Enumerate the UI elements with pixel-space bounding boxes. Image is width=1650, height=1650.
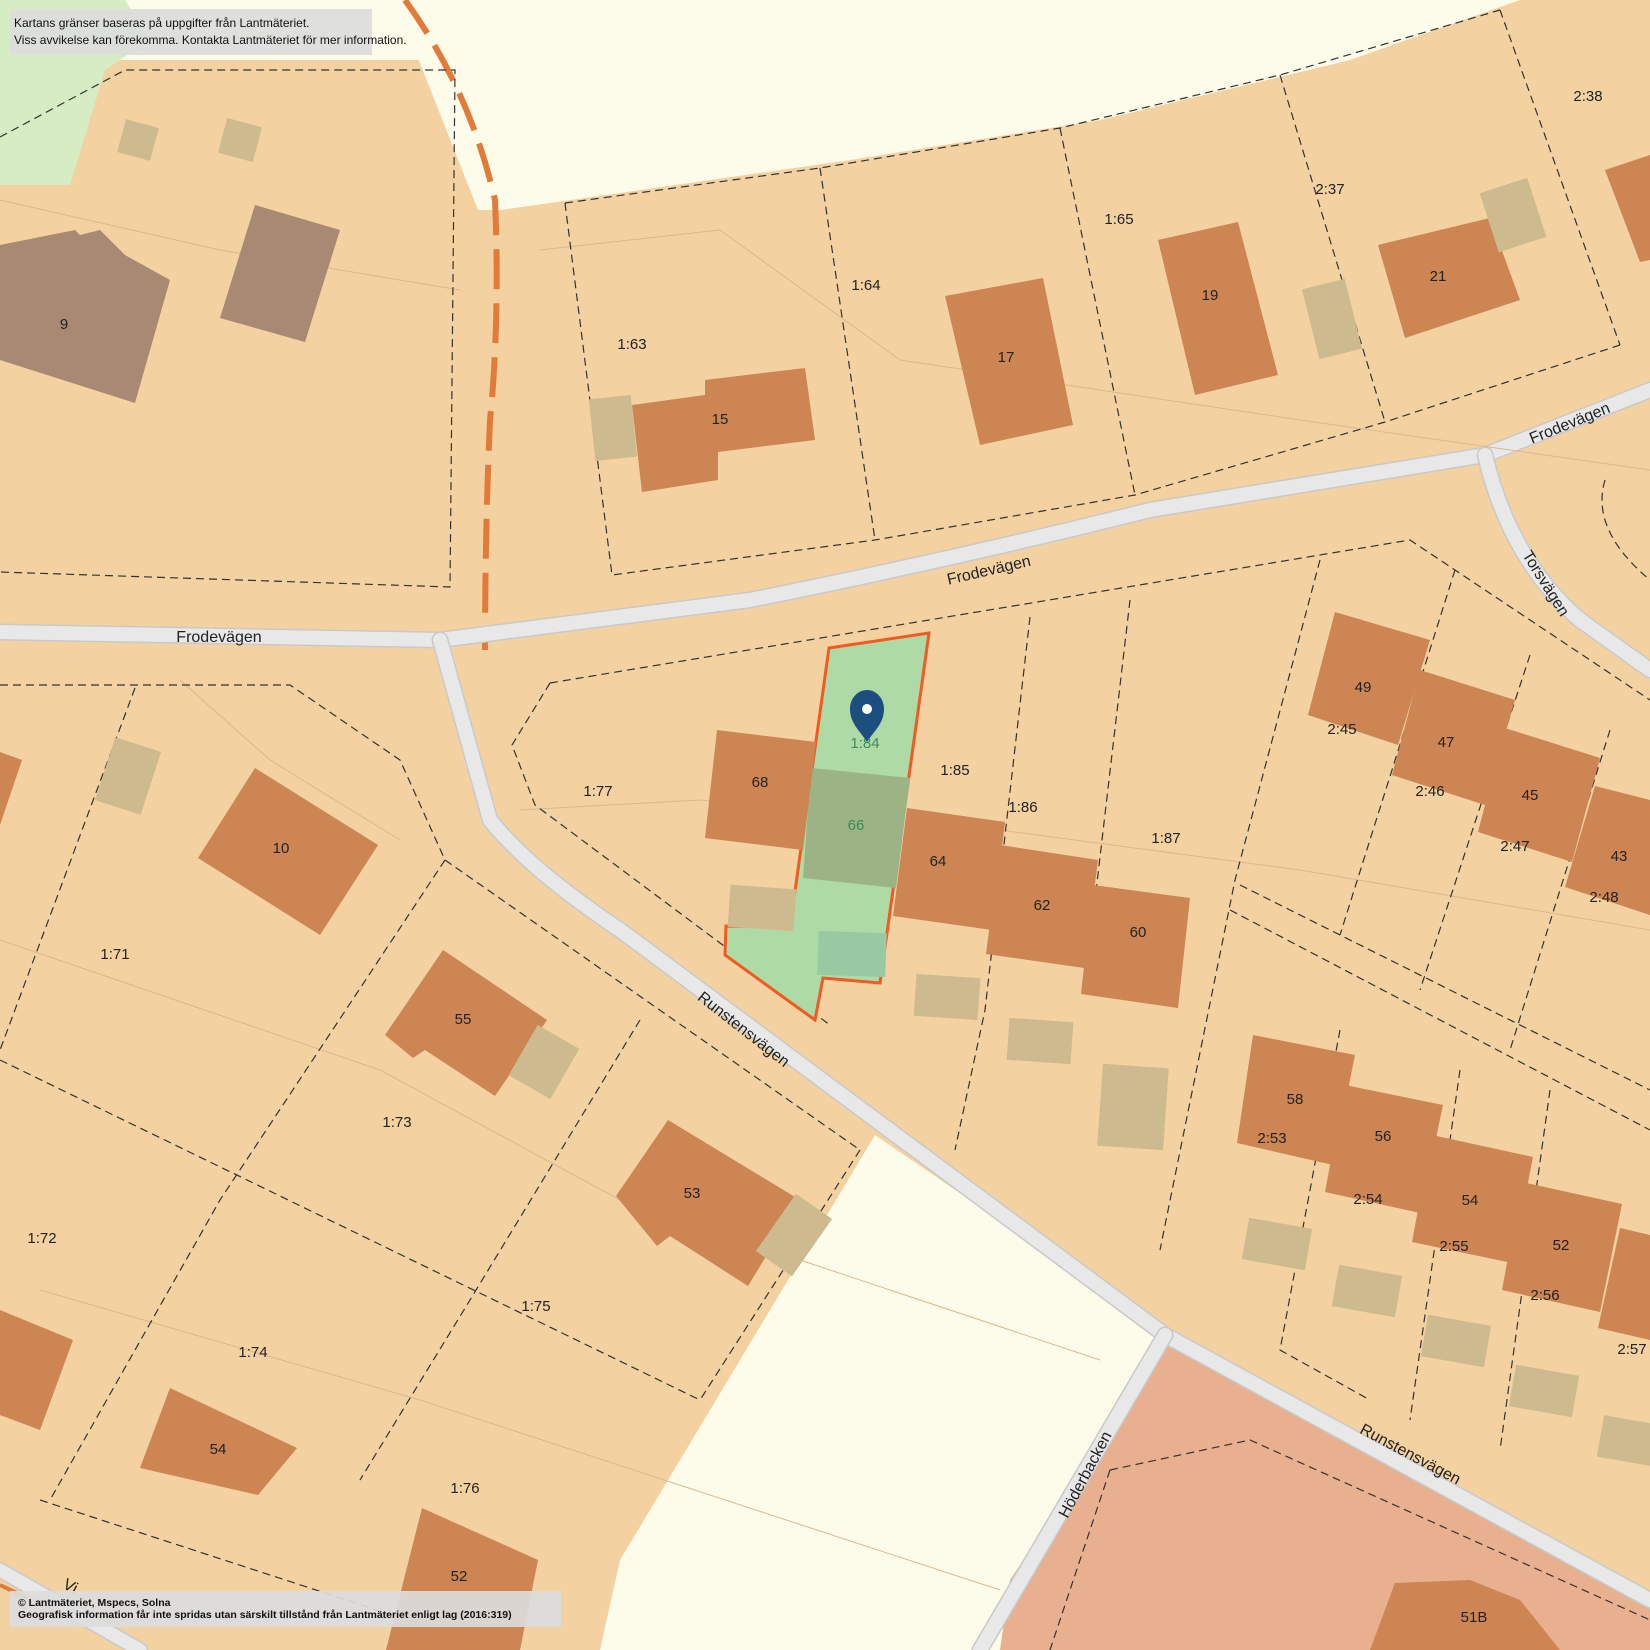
map-copyright: © Lantmäteriet, Mspecs, Solna Geografisk… xyxy=(10,1591,561,1627)
parcel-label: 2:56 xyxy=(1530,1287,1559,1304)
house-number: 19 xyxy=(1202,287,1219,304)
parcel-label: 1:86 xyxy=(1008,799,1037,816)
parcel-label: 2:54 xyxy=(1353,1191,1382,1208)
house-number: 55 xyxy=(455,1011,472,1028)
house-number: 43 xyxy=(1611,848,1628,865)
house-number: 10 xyxy=(273,840,290,857)
disclaimer-line-1: Kartans gränser baseras på uppgifter frå… xyxy=(14,16,310,30)
house-64 xyxy=(893,808,1005,930)
house-number: 54 xyxy=(1462,1192,1479,1209)
house-number: 17 xyxy=(998,349,1015,366)
house-number: 62 xyxy=(1034,897,1051,914)
parcel-label: 1:74 xyxy=(238,1344,267,1361)
house-60 xyxy=(1081,885,1190,1008)
copyright-line-2: Geografisk information får inte spridas … xyxy=(18,1609,512,1621)
selected-parcel-outbuilding xyxy=(817,930,887,978)
house-number: 15 xyxy=(712,411,729,428)
house-number: 51B xyxy=(1461,1609,1488,1626)
parcel-label: 1:87 xyxy=(1151,830,1180,847)
outbuilding xyxy=(588,394,638,462)
house-number: 47 xyxy=(1438,734,1455,751)
house-number: 49 xyxy=(1355,679,1372,696)
parcel-label: 1:73 xyxy=(382,1114,411,1131)
outbuilding xyxy=(1097,1063,1169,1151)
house-number: 58 xyxy=(1287,1091,1304,1108)
house-number: 64 xyxy=(930,853,947,870)
map-disclaimer: Kartans gränser baseras på uppgifter frå… xyxy=(10,9,407,55)
house-number: 53 xyxy=(684,1185,701,1202)
parcel-label: 2:47 xyxy=(1500,838,1529,855)
parcel-label: 1:72 xyxy=(27,1230,56,1247)
parcel-label: 1:71 xyxy=(100,946,129,963)
parcel-label: 1:75 xyxy=(521,1298,550,1315)
house-number: 52 xyxy=(451,1568,468,1585)
house-number: 56 xyxy=(1375,1128,1392,1145)
parcel-label: 1:64 xyxy=(851,277,880,294)
street-label-frodevagen-west: Frodevägen xyxy=(176,629,261,646)
house-number: 9 xyxy=(60,316,68,333)
parcel-label: 2:48 xyxy=(1589,889,1618,906)
house-number: 45 xyxy=(1522,787,1539,804)
parcel-label: 1:76 xyxy=(450,1480,479,1497)
parcel-label: 2:37 xyxy=(1315,181,1344,198)
parcel-label: 2:53 xyxy=(1257,1130,1286,1147)
parcel-label: 1:77 xyxy=(583,783,612,800)
parcel-label: 2:57 xyxy=(1617,1341,1646,1358)
house-number: 54 xyxy=(210,1441,227,1458)
selected-house-number-label: 66 xyxy=(848,817,865,834)
house-number: 52 xyxy=(1553,1237,1570,1254)
parcel-label: 1:85 xyxy=(940,762,969,779)
house-number: 21 xyxy=(1430,268,1447,285)
house-number: 68 xyxy=(752,774,769,791)
outbuilding xyxy=(913,973,981,1021)
parcel-label: 1:63 xyxy=(617,336,646,353)
parcel-label: 2:38 xyxy=(1573,88,1602,105)
outbuilding xyxy=(727,884,797,932)
parcel-label: 2:55 xyxy=(1439,1238,1468,1255)
copyright-line-1: © Lantmäteriet, Mspecs, Solna xyxy=(18,1597,171,1609)
property-map[interactable]: 1:63 1:64 1:65 2:37 2:38 1:77 1:85 1:86 … xyxy=(0,0,1650,1650)
parcel-label: 2:45 xyxy=(1327,721,1356,738)
parcel-label: 1:65 xyxy=(1104,211,1133,228)
disclaimer-line-2: Viss avvikelse kan förekomma. Kontakta L… xyxy=(14,33,407,47)
outbuilding xyxy=(1006,1017,1074,1065)
house-number: 60 xyxy=(1130,924,1147,941)
parcel-label: 2:46 xyxy=(1415,783,1444,800)
